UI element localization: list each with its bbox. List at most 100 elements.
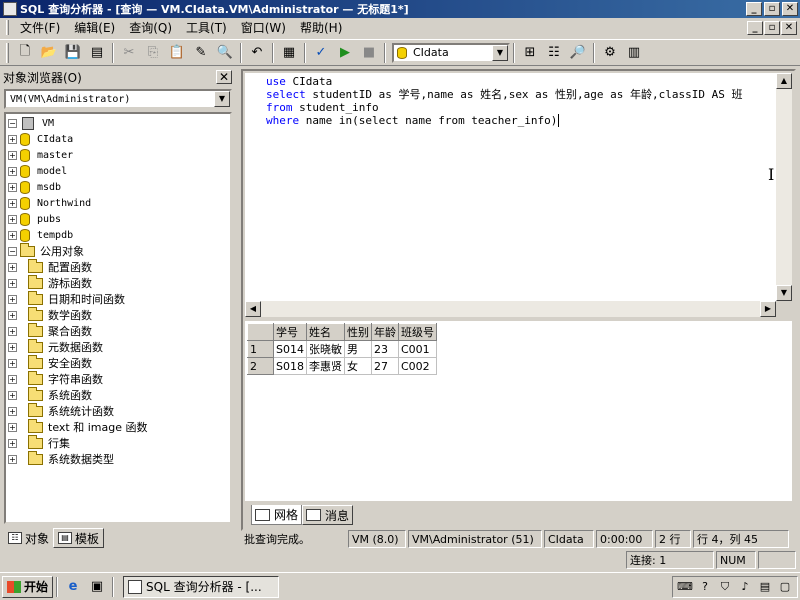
object-browser-icon[interactable]: ☷ xyxy=(543,42,565,64)
tree-item-function-folder[interactable]: + 游标函数 xyxy=(8,274,92,291)
expand-icon[interactable]: + xyxy=(8,358,17,368)
sql-editor[interactable]: use CIdata select studentID as 学号,name as… xyxy=(245,73,792,317)
column-header[interactable]: 学号 xyxy=(273,323,307,341)
expand-icon[interactable]: + xyxy=(8,134,17,144)
volume-icon[interactable]: ♪ xyxy=(737,579,753,595)
table-cell[interactable]: S018 xyxy=(273,357,307,375)
expand-icon[interactable]: + xyxy=(8,390,17,400)
column-header[interactable]: 姓名 xyxy=(305,323,345,341)
save-icon[interactable]: 💾 xyxy=(62,42,84,64)
row-number[interactable]: 2 xyxy=(247,357,274,375)
taskbar-task-query-analyzer[interactable]: SQL 查询分析器 - [... xyxy=(123,575,280,598)
tree-item-database[interactable]: + master xyxy=(8,147,73,163)
table-cell[interactable]: S014 xyxy=(273,340,307,358)
chevron-down-icon[interactable]: ▼ xyxy=(214,91,230,107)
menu-file[interactable]: 文件(F) xyxy=(13,19,67,36)
tree-item-database[interactable]: + msdb xyxy=(8,179,61,195)
database-select[interactable]: CIdata ▼ xyxy=(392,42,510,63)
expand-icon[interactable]: + xyxy=(8,230,17,240)
expand-icon[interactable]: + xyxy=(8,406,17,416)
load-icon[interactable]: ▤ xyxy=(86,42,108,64)
stop-icon[interactable]: ■ xyxy=(358,42,380,64)
expand-icon[interactable]: + xyxy=(8,262,17,272)
menu-tools[interactable]: 工具(T) xyxy=(179,19,234,36)
object-search-icon[interactable]: 🔎 xyxy=(567,42,589,64)
scroll-down-icon[interactable]: ▼ xyxy=(776,285,792,301)
execute-icon[interactable]: ▶ xyxy=(334,42,356,64)
expand-icon[interactable]: + xyxy=(8,166,17,176)
tree-item-function-folder[interactable]: + 字符串函数 xyxy=(8,370,103,387)
minimize-button[interactable]: _ xyxy=(746,2,762,16)
tree-item-function-folder[interactable]: + 行集 xyxy=(8,434,70,451)
results-grid-icon[interactable]: ▦ xyxy=(278,42,300,64)
mdi-restore-button[interactable]: ▫ xyxy=(764,20,780,35)
new-query-icon[interactable]: 🗋 xyxy=(14,42,36,64)
tree-item-database[interactable]: + tempdb xyxy=(8,227,73,243)
table-cell[interactable]: 23 xyxy=(370,340,399,358)
internet-explorer-icon[interactable]: e xyxy=(64,578,82,596)
properties-icon[interactable]: ⚙ xyxy=(599,42,621,64)
close-button[interactable]: ✕ xyxy=(782,2,798,16)
start-button[interactable]: 开始 xyxy=(2,575,54,598)
tree-item-database[interactable]: + CIdata xyxy=(8,131,73,147)
table-cell[interactable]: 女 xyxy=(343,357,372,375)
table-cell[interactable]: C002 xyxy=(397,357,437,375)
scroll-left-icon[interactable]: ◀ xyxy=(245,301,261,317)
expand-icon[interactable]: + xyxy=(8,438,17,448)
scroll-right-icon[interactable]: ▶ xyxy=(760,301,776,317)
server-select[interactable]: VM(VM\Administrator) ▼ xyxy=(4,89,232,109)
show-results-pane-icon[interactable]: ▥ xyxy=(623,42,645,64)
table-cell[interactable]: 张晓敏 xyxy=(305,340,345,358)
tab-objects[interactable]: ☷ 对象 xyxy=(4,528,54,548)
menu-help[interactable]: 帮助(H) xyxy=(293,19,349,36)
tree-item-database[interactable]: + Northwind xyxy=(8,195,91,211)
tree-item-function-folder[interactable]: + 系统数据类型 xyxy=(8,450,114,467)
expand-icon[interactable]: + xyxy=(8,150,17,160)
menu-window[interactable]: 窗口(W) xyxy=(234,19,293,36)
tab-templates[interactable]: ▤ 模板 xyxy=(53,528,105,548)
tree-item-function-folder[interactable]: + 系统函数 xyxy=(8,386,92,403)
tree-item-function-folder[interactable]: + text 和 image 函数 xyxy=(8,418,147,435)
undo-icon[interactable]: ↶ xyxy=(246,42,268,64)
tree-item-function-folder[interactable]: + 数学函数 xyxy=(8,306,92,323)
scroll-up-icon[interactable]: ▲ xyxy=(776,73,792,89)
expand-icon[interactable]: + xyxy=(8,326,17,336)
network-icon[interactable]: ⌨ xyxy=(677,579,693,595)
column-header[interactable]: 班级号 xyxy=(397,323,437,341)
object-browser-close-button[interactable]: ✕ xyxy=(216,70,232,84)
collapse-icon[interactable]: − xyxy=(8,246,17,256)
copy-icon[interactable]: ⎘ xyxy=(142,42,164,64)
table-cell[interactable]: 男 xyxy=(343,340,372,358)
help-icon[interactable]: ? xyxy=(697,579,713,595)
expand-icon[interactable]: + xyxy=(8,214,17,224)
tree-item-function-folder[interactable]: + 安全函数 xyxy=(8,354,92,371)
column-header[interactable]: 年龄 xyxy=(370,323,399,341)
sql-code[interactable]: use CIdata select studentID as 学号,name as… xyxy=(266,75,743,127)
check-syntax-icon[interactable]: ✓ xyxy=(310,42,332,64)
tree-common-objects[interactable]: − 公用对象 xyxy=(8,242,84,259)
find-icon[interactable]: 🔍 xyxy=(214,42,236,64)
tab-grid[interactable]: 网格 xyxy=(251,505,303,525)
tree-item-database[interactable]: + model xyxy=(8,163,67,179)
cut-icon[interactable]: ✂ xyxy=(118,42,140,64)
table-cell[interactable]: 27 xyxy=(370,357,399,375)
paste-icon[interactable]: 📋 xyxy=(166,42,188,64)
display-icon[interactable]: ▢ xyxy=(777,579,793,595)
expand-icon[interactable]: + xyxy=(8,310,17,320)
editor-vertical-scrollbar[interactable]: ▲ ▼ xyxy=(776,73,792,301)
tree-item-function-folder[interactable]: + 元数据函数 xyxy=(8,338,103,355)
desktop-icon[interactable]: ▣ xyxy=(88,578,106,596)
row-number[interactable]: 1 xyxy=(247,340,274,358)
tree-item-database[interactable]: + pubs xyxy=(8,211,61,227)
restore-button[interactable]: ▫ xyxy=(764,2,780,16)
tree-item-function-folder[interactable]: + 日期和时间函数 xyxy=(8,290,125,307)
column-header[interactable]: 性别 xyxy=(343,323,372,341)
display-plan-icon[interactable]: ⊞ xyxy=(519,42,541,64)
expand-icon[interactable]: + xyxy=(8,182,17,192)
mdi-close-button[interactable]: ✕ xyxy=(781,20,797,35)
chevron-down-icon[interactable]: ▼ xyxy=(492,44,508,61)
tab-messages[interactable]: 消息 xyxy=(302,505,354,525)
menu-edit[interactable]: 编辑(E) xyxy=(67,19,122,36)
collapse-icon[interactable]: − xyxy=(8,118,17,128)
expand-icon[interactable]: + xyxy=(8,422,17,432)
